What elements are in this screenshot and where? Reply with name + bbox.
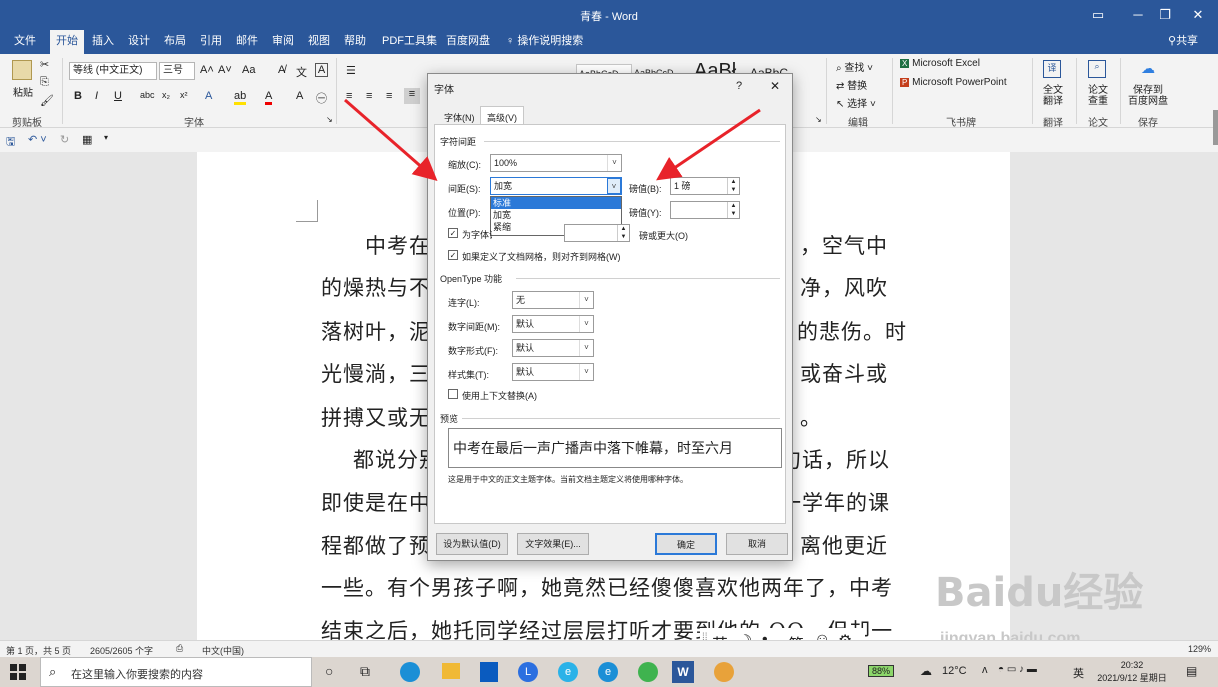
arrow-to-spacing — [344, 98, 438, 181]
annotation-arrows — [344, 98, 761, 181]
arrow-to-value — [656, 108, 761, 181]
